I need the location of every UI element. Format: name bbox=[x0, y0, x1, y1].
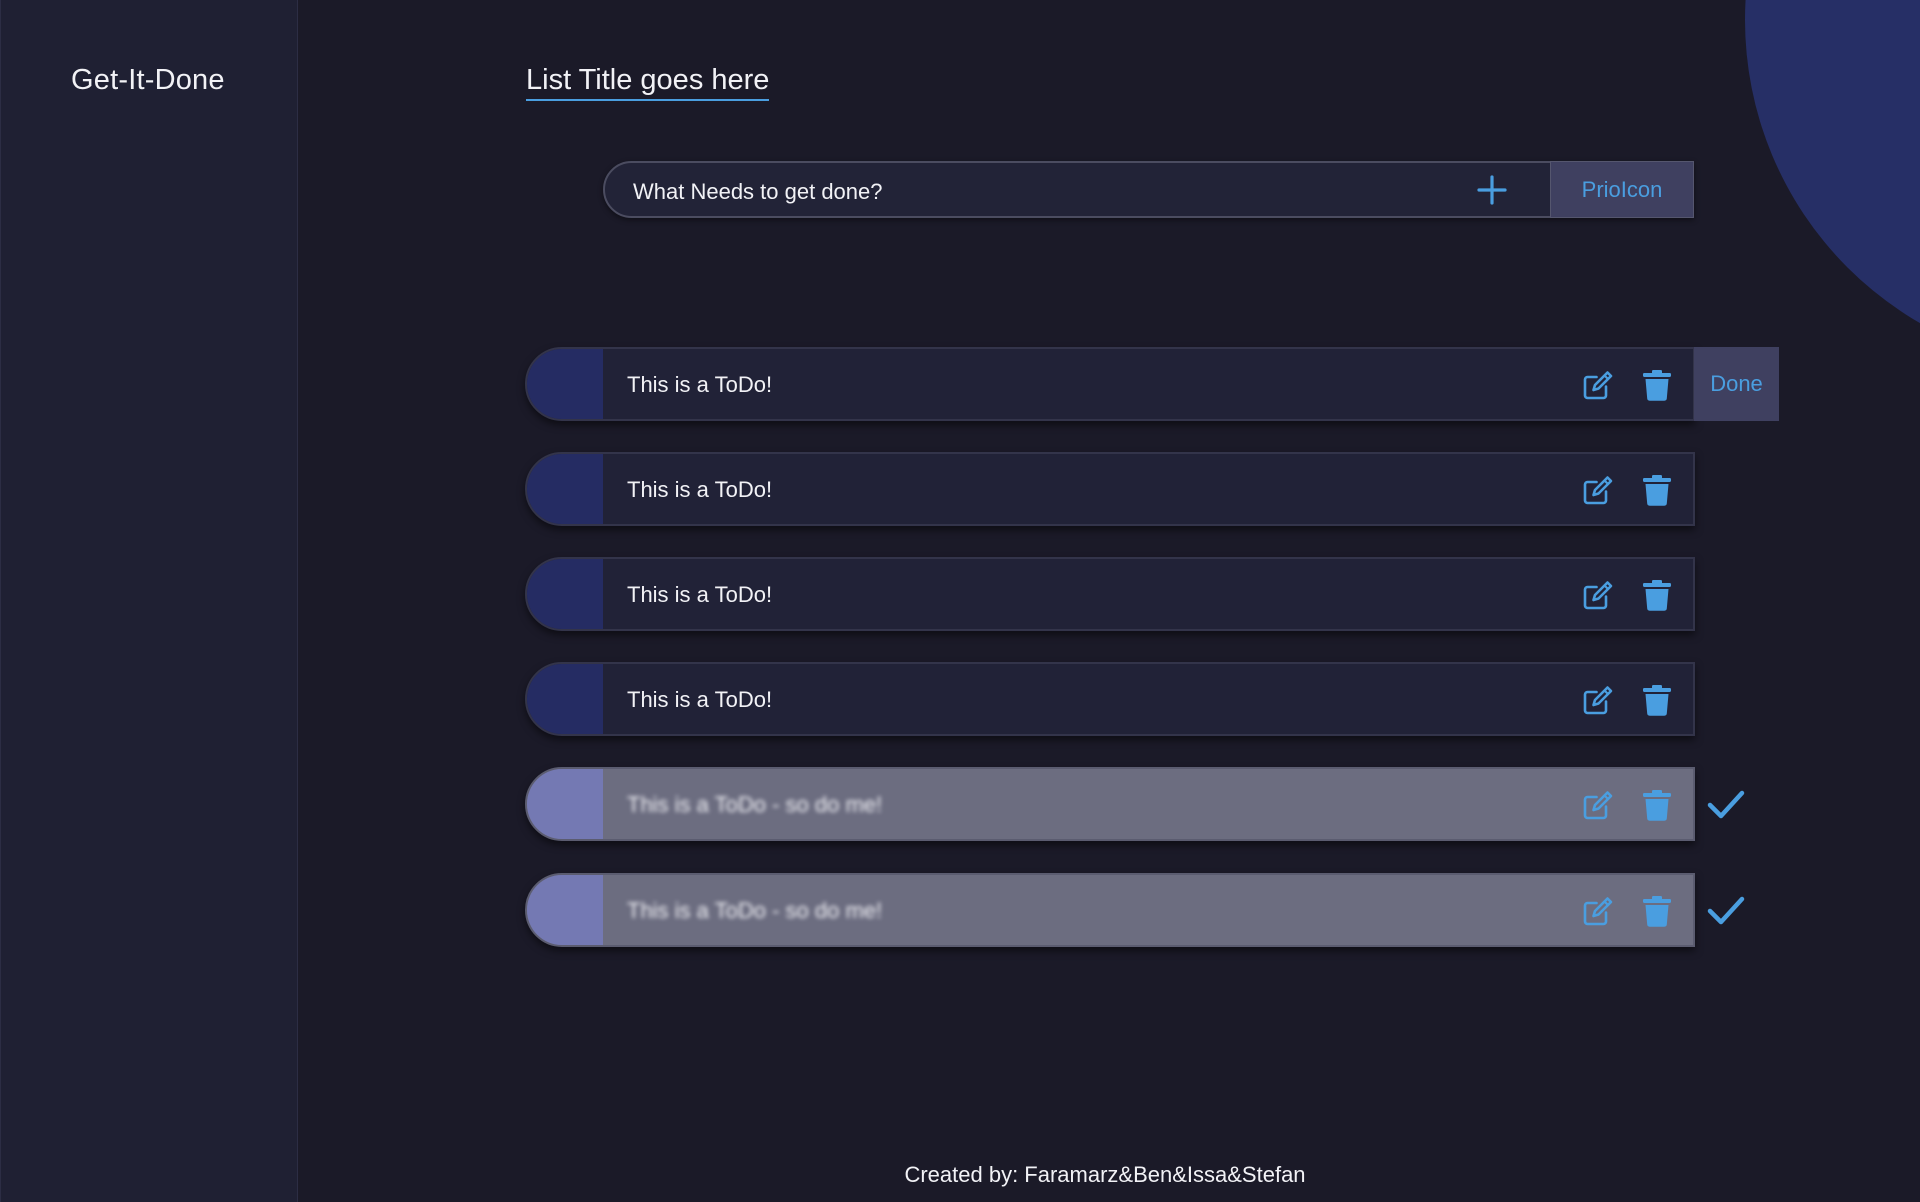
todo-item[interactable]: This is a ToDo! bbox=[525, 347, 1695, 421]
brand-title: Get-It-Done bbox=[71, 64, 225, 96]
edit-icon[interactable] bbox=[1582, 684, 1614, 716]
edit-icon[interactable] bbox=[1582, 579, 1614, 611]
prio-button[interactable]: PrioIcon bbox=[1550, 161, 1694, 218]
todo-label: This is a ToDo! bbox=[627, 687, 773, 712]
decorative-circle bbox=[1745, 0, 1920, 370]
todo-label: This is a ToDo! bbox=[627, 372, 773, 397]
trash-icon[interactable] bbox=[1642, 895, 1672, 927]
edit-icon[interactable] bbox=[1582, 369, 1614, 401]
todo-label: This is a ToDo! bbox=[627, 477, 773, 502]
priority-indicator[interactable] bbox=[527, 664, 603, 734]
todo-label: This is a ToDo - so do me! bbox=[627, 898, 883, 923]
edit-icon[interactable] bbox=[1582, 895, 1614, 927]
todo-label: This is a ToDo - so do me! bbox=[627, 792, 883, 817]
edit-icon[interactable] bbox=[1582, 789, 1614, 821]
app: Get-It-Done List Title goes here What Ne… bbox=[0, 0, 1920, 1202]
sidebar: Get-It-Done bbox=[0, 0, 298, 1202]
trash-icon[interactable] bbox=[1642, 789, 1672, 821]
todo-item[interactable]: This is a ToDo! bbox=[525, 452, 1695, 526]
new-todo-input[interactable]: What Needs to get done? PrioIcon bbox=[603, 161, 1694, 218]
new-todo-text[interactable]: What Needs to get done? bbox=[633, 179, 883, 205]
trash-icon[interactable] bbox=[1642, 684, 1672, 716]
plus-icon[interactable] bbox=[1475, 173, 1509, 207]
trash-icon[interactable] bbox=[1642, 579, 1672, 611]
todo-label: This is a ToDo! bbox=[627, 582, 773, 607]
list-title[interactable]: List Title goes here bbox=[526, 64, 770, 101]
trash-icon[interactable] bbox=[1642, 474, 1672, 506]
priority-indicator[interactable] bbox=[527, 454, 603, 524]
todo-item[interactable]: This is a ToDo - so do me! bbox=[525, 873, 1695, 947]
priority-indicator[interactable] bbox=[527, 875, 603, 945]
todo-item[interactable]: This is a ToDo! bbox=[525, 557, 1695, 631]
todo-item[interactable]: This is a ToDo - so do me! bbox=[525, 767, 1695, 841]
todo-item[interactable]: This is a ToDo! bbox=[525, 662, 1695, 736]
priority-indicator[interactable] bbox=[527, 559, 603, 629]
priority-indicator[interactable] bbox=[527, 769, 603, 839]
done-button[interactable]: Done bbox=[1694, 347, 1779, 421]
edit-icon[interactable] bbox=[1582, 474, 1614, 506]
priority-indicator[interactable] bbox=[527, 349, 603, 419]
footer-credits: Created by: Faramarz&Ben&Issa&Stefan bbox=[904, 1162, 1306, 1187]
trash-icon[interactable] bbox=[1642, 369, 1672, 401]
check-icon[interactable] bbox=[1706, 784, 1746, 824]
check-icon[interactable] bbox=[1706, 890, 1746, 930]
